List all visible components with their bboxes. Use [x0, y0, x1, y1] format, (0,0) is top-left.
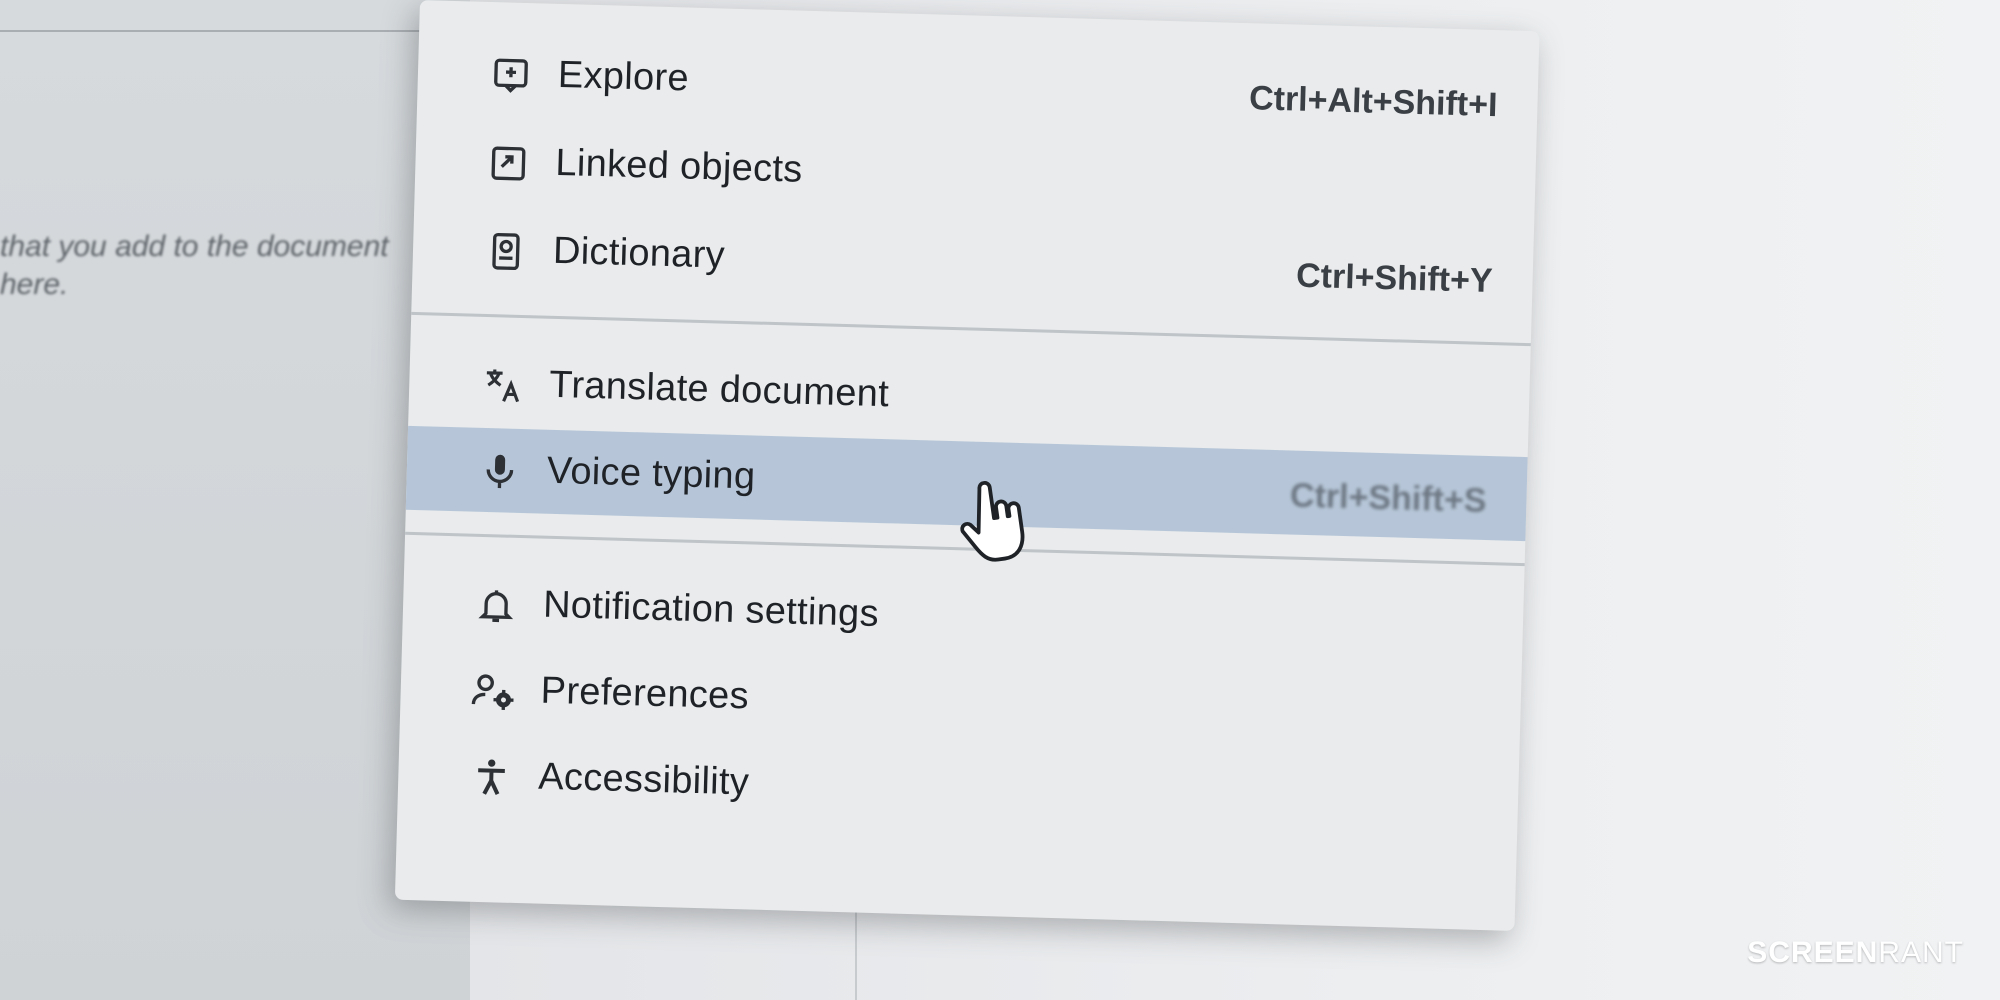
menu-item-label: Dictionary	[552, 229, 726, 277]
hand-pointer-cursor-icon	[960, 480, 1025, 562]
menu-item-label: Accessibility	[537, 755, 750, 804]
bell-icon	[472, 582, 519, 629]
menu-item-shortcut: Ctrl+Shift+S	[1289, 476, 1487, 520]
menu-item-label: Explore	[557, 53, 690, 100]
menu-divider	[411, 311, 1531, 347]
preferences-icon	[470, 668, 517, 715]
document-divider	[0, 30, 460, 32]
translate-icon	[479, 362, 526, 409]
watermark-part-2: RANT	[1878, 936, 1964, 969]
screenrant-watermark: SCREENRANT	[1747, 936, 1964, 970]
document-hint-text: that you add to the document here.	[0, 228, 440, 304]
menu-item-label: Translate document	[548, 363, 890, 416]
watermark-part-1: SCREEN	[1747, 936, 1879, 969]
explore-icon	[487, 52, 534, 99]
menu-item-shortcut: Ctrl+Shift+Y	[1295, 256, 1494, 301]
dictionary-icon	[482, 228, 529, 275]
document-hint-line-2: here.	[0, 268, 69, 301]
menu-item-label: Notification settings	[542, 583, 880, 636]
menu-item-shortcut: Ctrl+Alt+Shift+I	[1248, 79, 1499, 125]
menu-item-label: Preferences	[540, 669, 750, 718]
microphone-icon	[476, 448, 523, 495]
accessibility-icon	[468, 754, 515, 801]
tools-menu: Explore Ctrl+Alt+Shift+I Linked objects …	[394, 0, 1540, 931]
menu-item-label: Voice typing	[546, 449, 756, 498]
document-hint-line-1: that you add to the document	[0, 230, 389, 263]
linked-objects-icon	[485, 140, 532, 187]
menu-item-label: Linked objects	[554, 141, 804, 191]
